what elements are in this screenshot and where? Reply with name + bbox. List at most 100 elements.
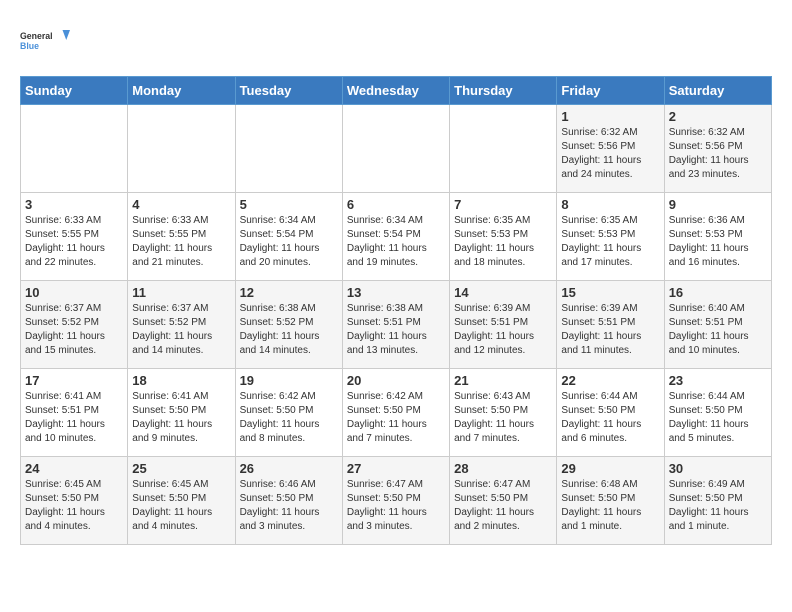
day-number: 23 (669, 373, 767, 388)
logo-svg: General Blue (20, 20, 70, 60)
weekday-header: Monday (128, 77, 235, 105)
day-number: 21 (454, 373, 552, 388)
calendar-week-row: 3 Sunrise: 6:33 AM Sunset: 5:55 PM Daylig… (21, 193, 772, 281)
day-number: 26 (240, 461, 338, 476)
calendar-week-row: 24 Sunrise: 6:45 AM Sunset: 5:50 PM Dayli… (21, 457, 772, 545)
calendar-cell: 11Sunrise: 6:37 AM Sunset: 5:52 PM Dayli… (128, 281, 235, 369)
calendar-cell: 3Sunrise: 6:33 AM Sunset: 5:55 PM Daylig… (21, 193, 128, 281)
day-number: 13 (347, 285, 445, 300)
day-info: Sunrise: 6:44 AM Sunset: 5:50 PM Dayligh… (669, 390, 767, 446)
day-number: 17 (25, 373, 123, 388)
calendar-cell: 18Sunrise: 6:41 AM Sunset: 5:50 PM Dayli… (128, 369, 235, 457)
calendar-cell (235, 105, 342, 193)
calendar-cell: 28 Sunrise: 6:47 AM Sunset: 5:50 PM Dayli… (450, 457, 557, 545)
calendar-cell: 1Sunrise: 6:32 AM Sunset: 5:56 PM Daylig… (557, 105, 664, 193)
calendar-cell: 8 Sunrise: 6:35 AM Sunset: 5:53 PM Daylig… (557, 193, 664, 281)
calendar-cell: 22Sunrise: 6:44 AM Sunset: 5:50 PM Dayli… (557, 369, 664, 457)
calendar-cell: 13 Sunrise: 6:38 AM Sunset: 5:51 PM Dayli… (342, 281, 449, 369)
day-number: 1 (561, 109, 659, 124)
calendar-cell: 5Sunrise: 6:34 AM Sunset: 5:54 PM Daylig… (235, 193, 342, 281)
day-info: Sunrise: 6:34 AM Sunset: 5:54 PM Dayligh… (240, 214, 338, 270)
day-number: 9 (669, 197, 767, 212)
day-number: 27 (347, 461, 445, 476)
day-info: Sunrise: 6:39 AM Sunset: 5:51 PM Dayligh… (454, 302, 552, 358)
day-info: Sunrise: 6:47 AM Sunset: 5:50 PM Dayligh… (454, 478, 552, 534)
calendar-header-row: SundayMondayTuesdayWednesdayThursdayFrid… (21, 77, 772, 105)
page-header: General Blue (20, 20, 772, 60)
day-info: Sunrise: 6:35 AM Sunset: 5:53 PM Dayligh… (561, 214, 659, 270)
day-number: 3 (25, 197, 123, 212)
calendar-cell: 30 Sunrise: 6:49 AM Sunset: 5:50 PM Dayli… (664, 457, 771, 545)
calendar-cell: 16 Sunrise: 6:40 AM Sunset: 5:51 PM Dayli… (664, 281, 771, 369)
weekday-header: Tuesday (235, 77, 342, 105)
day-number: 6 (347, 197, 445, 212)
day-number: 15 (561, 285, 659, 300)
calendar-cell: 4 Sunrise: 6:33 AM Sunset: 5:55 PM Daylig… (128, 193, 235, 281)
day-info: Sunrise: 6:43 AM Sunset: 5:50 PM Dayligh… (454, 390, 552, 446)
day-number: 28 (454, 461, 552, 476)
day-info: Sunrise: 6:42 AM Sunset: 5:50 PM Dayligh… (240, 390, 338, 446)
day-number: 25 (132, 461, 230, 476)
logo: General Blue (20, 20, 70, 60)
calendar-cell: 21 Sunrise: 6:43 AM Sunset: 5:50 PM Dayli… (450, 369, 557, 457)
svg-text:Blue: Blue (20, 41, 39, 51)
calendar-table: SundayMondayTuesdayWednesdayThursdayFrid… (20, 76, 772, 545)
calendar-cell: 12 Sunrise: 6:38 AM Sunset: 5:52 PM Dayli… (235, 281, 342, 369)
day-info: Sunrise: 6:37 AM Sunset: 5:52 PM Dayligh… (25, 302, 123, 358)
day-number: 24 (25, 461, 123, 476)
day-info: Sunrise: 6:32 AM Sunset: 5:56 PM Dayligh… (669, 126, 767, 182)
weekday-header: Friday (557, 77, 664, 105)
day-info: Sunrise: 6:36 AM Sunset: 5:53 PM Dayligh… (669, 214, 767, 270)
calendar-week-row: 17 Sunrise: 6:41 AM Sunset: 5:51 PM Dayli… (21, 369, 772, 457)
day-info: Sunrise: 6:46 AM Sunset: 5:50 PM Dayligh… (240, 478, 338, 534)
calendar-cell: 7 Sunrise: 6:35 AM Sunset: 5:53 PM Daylig… (450, 193, 557, 281)
day-number: 8 (561, 197, 659, 212)
day-info: Sunrise: 6:41 AM Sunset: 5:50 PM Dayligh… (132, 390, 230, 446)
day-number: 11 (132, 285, 230, 300)
day-number: 2 (669, 109, 767, 124)
calendar-cell (128, 105, 235, 193)
calendar-cell: 26 Sunrise: 6:46 AM Sunset: 5:50 PM Dayli… (235, 457, 342, 545)
day-number: 30 (669, 461, 767, 476)
day-info: Sunrise: 6:47 AM Sunset: 5:50 PM Dayligh… (347, 478, 445, 534)
calendar-cell: 27 Sunrise: 6:47 AM Sunset: 5:50 PM Dayli… (342, 457, 449, 545)
day-number: 16 (669, 285, 767, 300)
calendar-cell: 29 Sunrise: 6:48 AM Sunset: 5:50 PM Dayli… (557, 457, 664, 545)
calendar-cell: 24 Sunrise: 6:45 AM Sunset: 5:50 PM Dayli… (21, 457, 128, 545)
weekday-header: Wednesday (342, 77, 449, 105)
day-number: 22 (561, 373, 659, 388)
calendar-cell (450, 105, 557, 193)
calendar-cell (342, 105, 449, 193)
day-number: 10 (25, 285, 123, 300)
weekday-header: Saturday (664, 77, 771, 105)
day-info: Sunrise: 6:45 AM Sunset: 5:50 PM Dayligh… (132, 478, 230, 534)
calendar-cell: 15Sunrise: 6:39 AM Sunset: 5:51 PM Dayli… (557, 281, 664, 369)
day-info: Sunrise: 6:42 AM Sunset: 5:50 PM Dayligh… (347, 390, 445, 446)
day-info: Sunrise: 6:34 AM Sunset: 5:54 PM Dayligh… (347, 214, 445, 270)
day-info: Sunrise: 6:33 AM Sunset: 5:55 PM Dayligh… (132, 214, 230, 270)
day-info: Sunrise: 6:40 AM Sunset: 5:51 PM Dayligh… (669, 302, 767, 358)
day-info: Sunrise: 6:48 AM Sunset: 5:50 PM Dayligh… (561, 478, 659, 534)
calendar-cell: 25 Sunrise: 6:45 AM Sunset: 5:50 PM Dayli… (128, 457, 235, 545)
calendar-cell: 17 Sunrise: 6:41 AM Sunset: 5:51 PM Dayli… (21, 369, 128, 457)
day-info: Sunrise: 6:35 AM Sunset: 5:53 PM Dayligh… (454, 214, 552, 270)
calendar-cell: 19 Sunrise: 6:42 AM Sunset: 5:50 PM Dayli… (235, 369, 342, 457)
day-info: Sunrise: 6:38 AM Sunset: 5:52 PM Dayligh… (240, 302, 338, 358)
day-info: Sunrise: 6:45 AM Sunset: 5:50 PM Dayligh… (25, 478, 123, 534)
day-number: 7 (454, 197, 552, 212)
svg-text:General: General (20, 31, 53, 41)
calendar-cell: 10 Sunrise: 6:37 AM Sunset: 5:52 PM Dayli… (21, 281, 128, 369)
weekday-header: Sunday (21, 77, 128, 105)
day-info: Sunrise: 6:41 AM Sunset: 5:51 PM Dayligh… (25, 390, 123, 446)
day-number: 29 (561, 461, 659, 476)
calendar-cell: 20Sunrise: 6:42 AM Sunset: 5:50 PM Dayli… (342, 369, 449, 457)
calendar-cell: 23 Sunrise: 6:44 AM Sunset: 5:50 PM Dayli… (664, 369, 771, 457)
day-info: Sunrise: 6:49 AM Sunset: 5:50 PM Dayligh… (669, 478, 767, 534)
calendar-cell: 6 Sunrise: 6:34 AM Sunset: 5:54 PM Daylig… (342, 193, 449, 281)
day-number: 4 (132, 197, 230, 212)
day-number: 12 (240, 285, 338, 300)
calendar-cell: 14Sunrise: 6:39 AM Sunset: 5:51 PM Dayli… (450, 281, 557, 369)
calendar-cell (21, 105, 128, 193)
day-info: Sunrise: 6:38 AM Sunset: 5:51 PM Dayligh… (347, 302, 445, 358)
day-number: 19 (240, 373, 338, 388)
